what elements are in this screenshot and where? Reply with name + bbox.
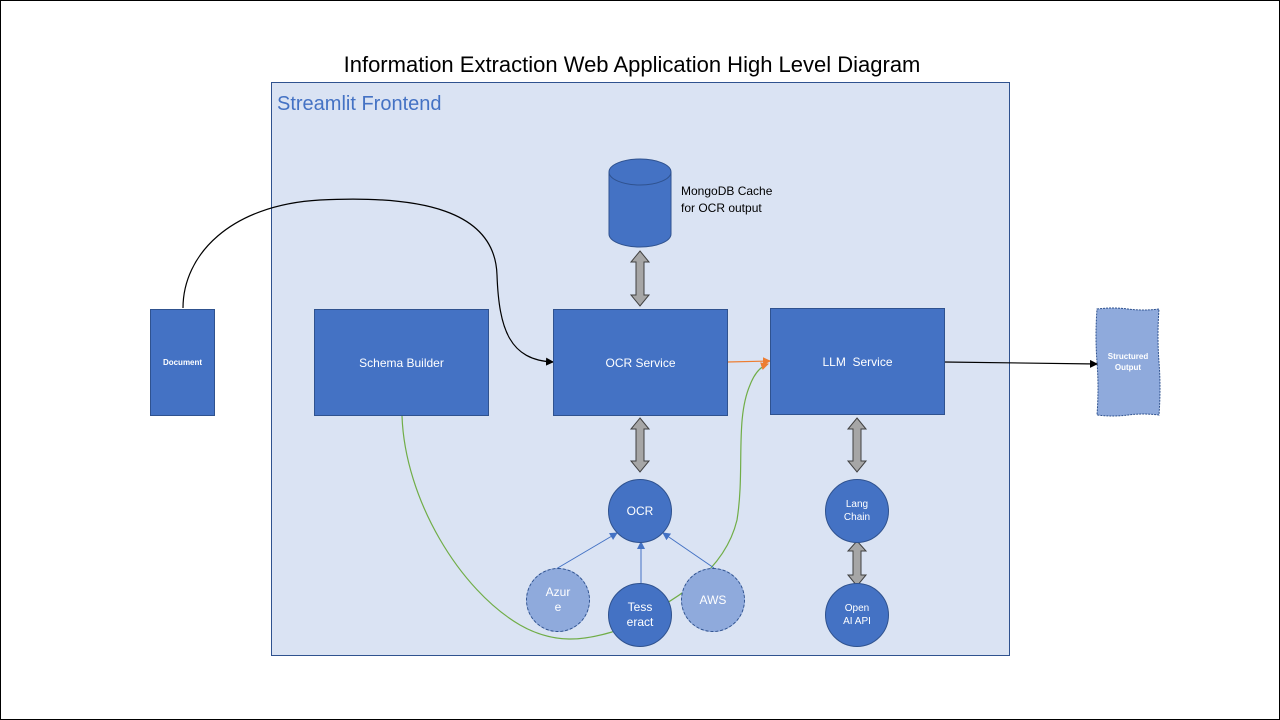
- ocr-to-llm-arrow: [726, 357, 771, 366]
- azure-node: Azur e: [526, 568, 590, 632]
- langchain-node: Lang Chain: [825, 479, 889, 543]
- aws-to-ocr-arrow: [662, 532, 715, 569]
- diagram-canvas: Information Extraction Web Application H…: [0, 0, 1280, 720]
- llm-to-structured-output-arrow: [943, 359, 1098, 368]
- openai-api-node: Open AI API: [825, 583, 889, 647]
- ocr-service-node: OCR Service: [553, 309, 728, 416]
- azure-to-ocr-arrow: [555, 532, 618, 570]
- ocr-node: OCR: [608, 479, 672, 543]
- schema-builder-node: Schema Builder: [314, 309, 489, 416]
- ocr-service-ocr-double-arrow: [629, 417, 651, 473]
- mongodb-cache-label: MongoDB Cache for OCR output: [681, 184, 773, 215]
- cache-ocr-double-arrow: [629, 250, 651, 307]
- document-node: Document: [150, 309, 215, 416]
- structured-output-label: Structured Output: [1107, 352, 1149, 372]
- langchain-openai-double-arrow: [846, 540, 868, 587]
- llm-service-node: LLM Service: [770, 308, 945, 415]
- tesseract-node: Tess eract: [608, 583, 672, 647]
- llm-langchain-double-arrow: [846, 417, 868, 473]
- aws-node: AWS: [681, 568, 745, 632]
- mongodb-cache-cylinder: [608, 158, 672, 248]
